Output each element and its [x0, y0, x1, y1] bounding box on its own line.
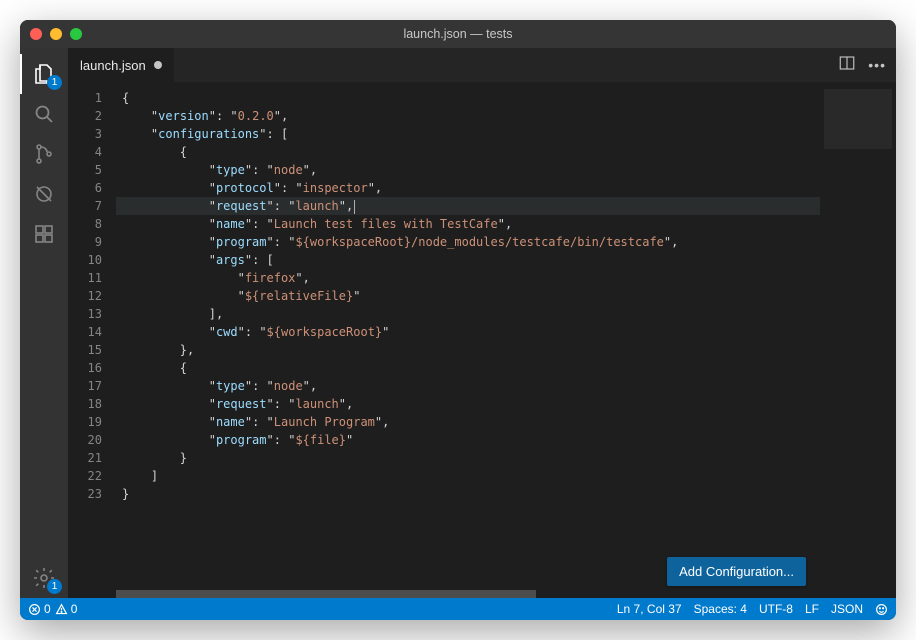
tab-launch-json[interactable]: launch.json [68, 48, 175, 82]
error-count: 0 [44, 602, 51, 616]
status-right: Ln 7, Col 37 Spaces: 4 UTF-8 LF JSON [617, 602, 888, 616]
smiley-icon [875, 603, 888, 616]
warning-icon [55, 603, 68, 616]
activity-extensions[interactable] [20, 214, 68, 254]
status-warnings[interactable]: 0 [55, 602, 78, 616]
settings-badge: 1 [47, 579, 62, 594]
more-actions-button[interactable]: ••• [868, 57, 886, 73]
status-bar: 0 0 Ln 7, Col 37 Spaces: 4 UTF-8 LF JSON [20, 598, 896, 620]
code-content[interactable]: { "version": "0.2.0", "configurations": … [116, 85, 820, 598]
debug-icon [32, 182, 56, 206]
status-eol[interactable]: LF [805, 602, 819, 616]
line-numbers: 1234567891011121314151617181920212223 [68, 85, 116, 598]
editor-area: launch.json ••• 123456789101112131415161… [68, 48, 896, 598]
activity-scm[interactable] [20, 134, 68, 174]
titlebar: launch.json — tests [20, 20, 896, 48]
dirty-indicator-icon [154, 61, 162, 69]
horizontal-scrollbar[interactable] [116, 590, 896, 598]
activity-debug[interactable] [20, 174, 68, 214]
status-language[interactable]: JSON [831, 602, 863, 616]
status-errors[interactable]: 0 [28, 602, 51, 616]
close-window-button[interactable] [30, 28, 42, 40]
minimap[interactable] [820, 85, 896, 598]
split-editor-icon [838, 54, 856, 72]
activity-search[interactable] [20, 94, 68, 134]
status-cursor[interactable]: Ln 7, Col 37 [617, 602, 682, 616]
activity-settings[interactable]: 1 [20, 558, 68, 598]
status-indent[interactable]: Spaces: 4 [694, 602, 747, 616]
status-encoding[interactable]: UTF-8 [759, 602, 793, 616]
add-configuration-button[interactable]: Add Configuration... [667, 557, 806, 586]
search-icon [32, 102, 56, 126]
extensions-icon [32, 222, 56, 246]
split-editor-button[interactable] [838, 54, 856, 77]
tab-label: launch.json [80, 58, 146, 73]
editor-actions: ••• [838, 48, 896, 82]
explorer-badge: 1 [47, 75, 62, 90]
scrollbar-thumb[interactable] [116, 590, 536, 598]
activity-explorer[interactable]: 1 [20, 54, 68, 94]
error-icon [28, 603, 41, 616]
status-left: 0 0 [28, 602, 77, 616]
minimap-preview [824, 89, 892, 149]
traffic-lights [30, 28, 82, 40]
window: launch.json — tests 1 [20, 20, 896, 620]
tabs-row: launch.json ••• [68, 48, 896, 82]
status-feedback[interactable] [875, 603, 888, 616]
minimize-window-button[interactable] [50, 28, 62, 40]
code-editor[interactable]: 1234567891011121314151617181920212223 { … [68, 85, 896, 598]
activity-bar: 1 [20, 48, 68, 598]
warning-count: 0 [71, 602, 78, 616]
source-control-icon [32, 142, 56, 166]
window-title: launch.json — tests [20, 27, 896, 41]
maximize-window-button[interactable] [70, 28, 82, 40]
